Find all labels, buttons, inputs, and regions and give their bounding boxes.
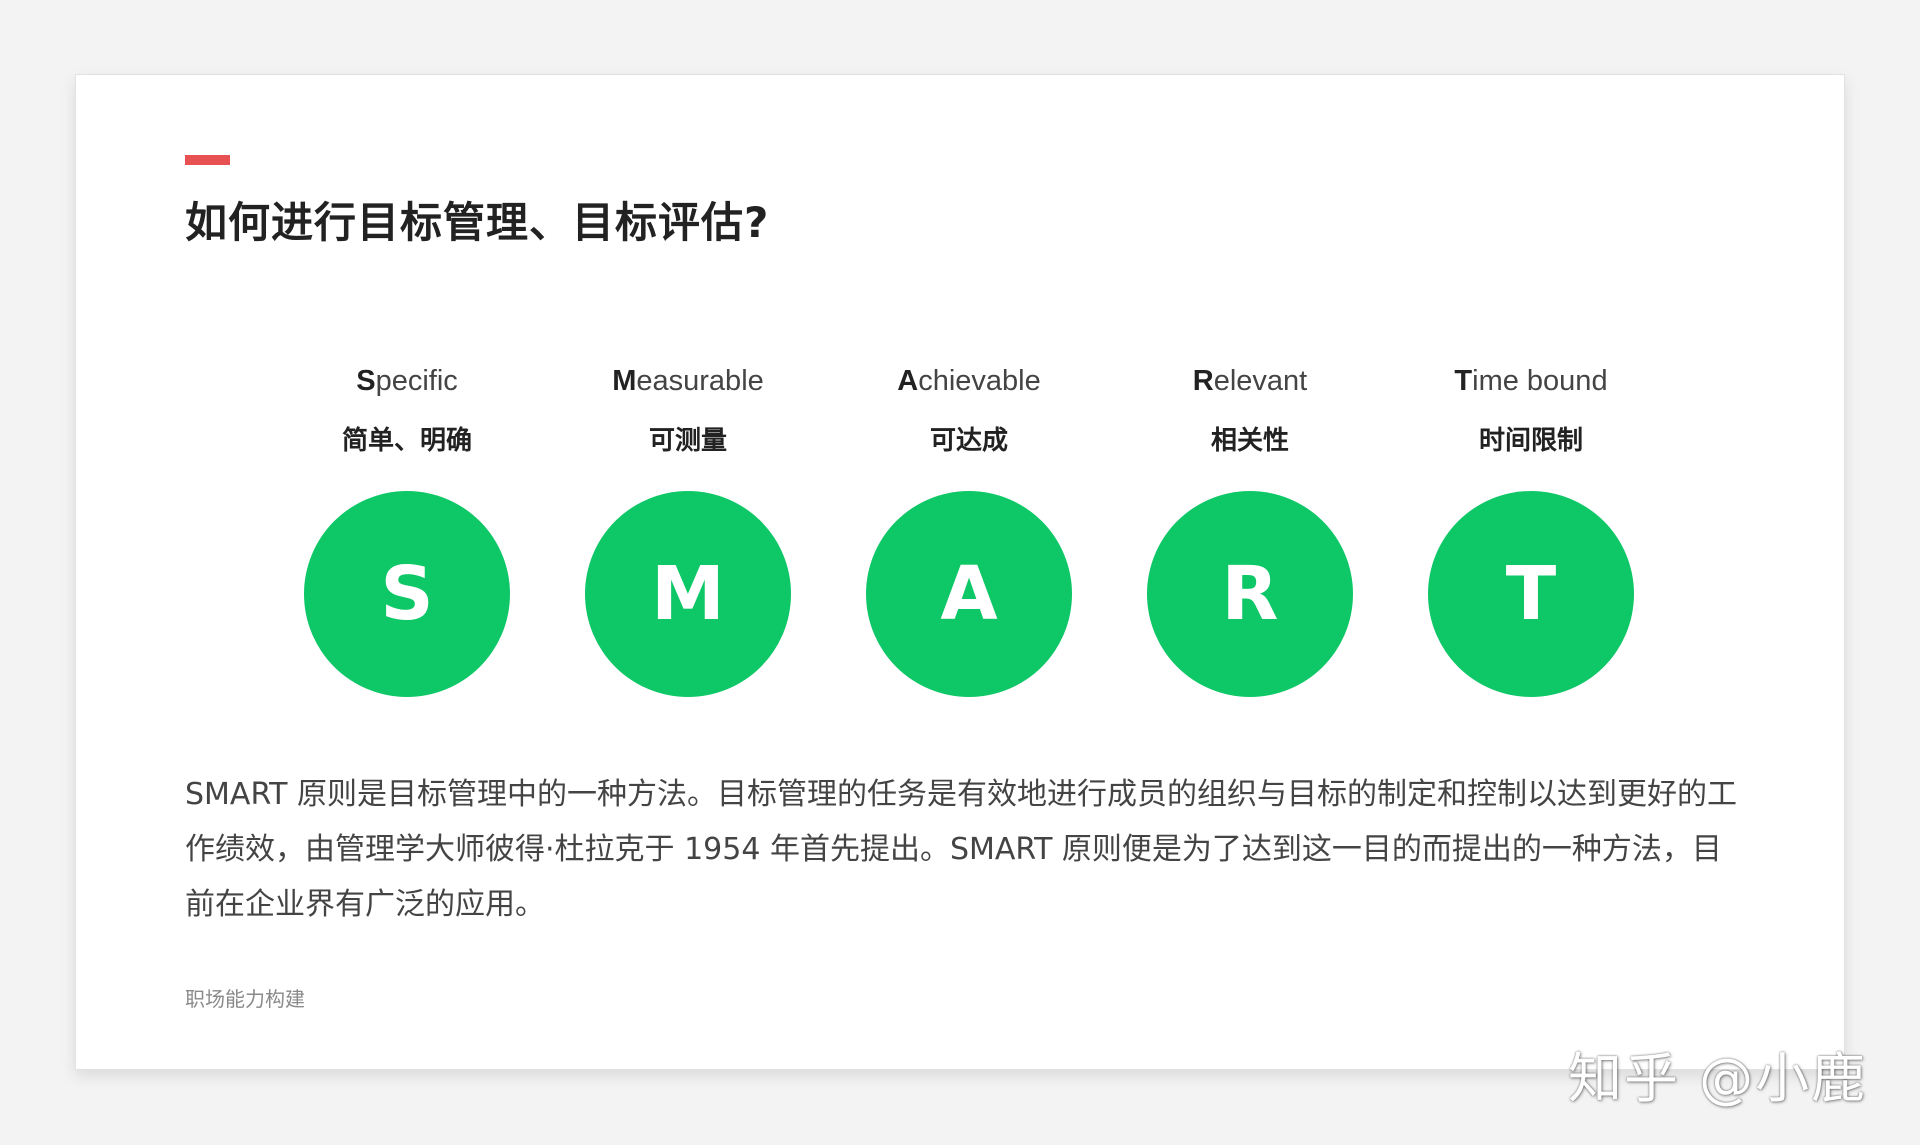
smart-circle-r: R bbox=[1147, 491, 1353, 697]
smart-circle-s: S bbox=[304, 491, 510, 697]
smart-letter-a: A bbox=[940, 551, 998, 637]
zhihu-watermark: 知乎 @小鹿 bbox=[1568, 1047, 1868, 1110]
smart-cn-time-bound: 时间限制 bbox=[1478, 426, 1583, 456]
smart-cn-measurable: 可测量 bbox=[648, 426, 727, 456]
smart-circle-m: M bbox=[585, 491, 791, 697]
smart-letter-s: S bbox=[380, 551, 434, 637]
slide-card: 如何进行目标管理、目标评估? Specific 简单、明确 S Measurab… bbox=[75, 74, 1845, 1070]
smart-item-specific: Specific 简单、明确 S bbox=[267, 365, 547, 725]
smart-cn-achievable: 可达成 bbox=[929, 426, 1008, 456]
smart-description-paragraph: SMART 原则是目标管理中的一种方法。目标管理的任务是有效地进行成员的组织与目… bbox=[185, 777, 1737, 922]
smart-term-time-bound: Time bound bbox=[1454, 365, 1608, 397]
smart-letter-r: R bbox=[1221, 551, 1279, 637]
smart-term-specific: Specific bbox=[356, 365, 458, 397]
smart-cn-specific: 简单、明确 bbox=[341, 426, 472, 456]
smart-item-relevant: Relevant 相关性 R bbox=[1110, 365, 1390, 725]
page-title: 如何进行目标管理、目标评估? bbox=[185, 198, 770, 247]
smart-item-time-bound: Time bound 时间限制 T bbox=[1391, 365, 1671, 725]
smart-cn-relevant: 相关性 bbox=[1210, 426, 1289, 456]
smart-circle-a: A bbox=[866, 491, 1072, 697]
smart-term-measurable: Measurable bbox=[612, 365, 764, 397]
smart-principles-row: Specific 简单、明确 S Measurable 可测量 M Achiev… bbox=[76, 365, 1844, 725]
smart-term-achievable: Achievable bbox=[897, 365, 1041, 397]
smart-item-achievable: Achievable 可达成 A bbox=[829, 365, 1109, 725]
title-accent-bar bbox=[185, 155, 230, 165]
smart-item-measurable: Measurable 可测量 M bbox=[548, 365, 828, 725]
smart-term-relevant: Relevant bbox=[1192, 365, 1308, 397]
smart-circle-t: T bbox=[1428, 491, 1634, 697]
footer-label: 职场能力构建 bbox=[185, 987, 305, 1011]
smart-letter-t: T bbox=[1505, 551, 1557, 637]
smart-letter-m: M bbox=[651, 551, 725, 637]
